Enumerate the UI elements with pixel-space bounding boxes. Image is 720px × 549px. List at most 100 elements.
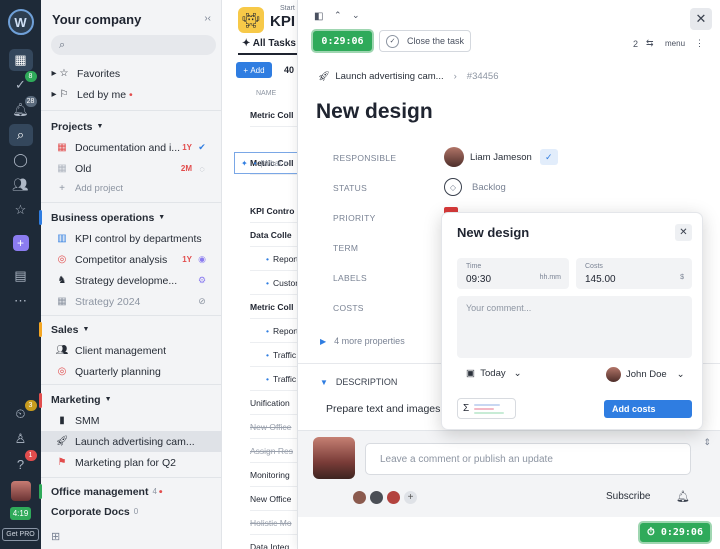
- task-row[interactable]: Unification: [250, 392, 300, 415]
- responsible-value[interactable]: Liam Jameson ✓: [444, 147, 558, 167]
- star-icon[interactable]: ☆: [9, 199, 33, 221]
- sidebar-item-led-by-me[interactable]: ▸ ⚐ Led by me •: [41, 84, 222, 105]
- sidebar-item-strategy-development[interactable]: ♞ Strategy developme... ⚙: [41, 270, 222, 291]
- costs-field[interactable]: Costs 145.00 $: [576, 258, 692, 289]
- timer-icon[interactable]: ⏲ 3: [9, 400, 37, 425]
- settings-icon: ⚙: [197, 275, 207, 285]
- table-icon[interactable]: ▤: [9, 265, 33, 287]
- search-icon[interactable]: ⌕: [8, 124, 33, 146]
- task-row[interactable]: Metric Coll: [250, 104, 300, 127]
- bottom-timer-button[interactable]: ⏱ 0:29:06: [638, 521, 712, 544]
- chevron-down-icon: ▼: [158, 214, 166, 221]
- people-icon[interactable]: 👥︎: [9, 174, 33, 196]
- divider: [41, 477, 222, 478]
- status-value[interactable]: ◇ Backlog: [444, 178, 506, 196]
- new-folder-icon[interactable]: ⊞: [51, 530, 60, 543]
- new-task-input[interactable]: ✦ • |What n: [234, 152, 300, 174]
- user-selector[interactable]: John Doe ⌄: [606, 367, 685, 382]
- sum-toggle[interactable]: Σ: [457, 398, 516, 419]
- task-title[interactable]: New design: [316, 100, 433, 124]
- tasks-icon[interactable]: ✓ 8: [9, 71, 37, 96]
- subscriber-avatar[interactable]: [368, 489, 385, 506]
- resize-handle-icon[interactable]: ⇕: [703, 437, 711, 448]
- task-row[interactable]: Data Colle: [250, 224, 300, 247]
- task-row[interactable]: New Office: [250, 416, 300, 439]
- sidebar-header-marketing[interactable]: Marketing ▼: [41, 389, 222, 410]
- close-task-button[interactable]: ✓ Close the task: [379, 30, 471, 52]
- comment-input[interactable]: Leave a comment or publish an update: [365, 443, 691, 475]
- dashboard-icon[interactable]: ▦: [8, 49, 33, 71]
- timer-badge: 3: [24, 400, 37, 411]
- sidebar-item-kpi-control[interactable]: ▥ KPI control by departments: [41, 228, 222, 249]
- chat-icon[interactable]: ◯: [9, 149, 33, 171]
- task-row[interactable]: •Traffic a: [250, 344, 300, 367]
- description-text[interactable]: Prepare text and images: [326, 403, 440, 415]
- sidebar-header-business-ops[interactable]: Business operations ▼: [41, 207, 222, 228]
- date-selector[interactable]: ▣ Today ⌄: [466, 368, 522, 379]
- task-row[interactable]: Monitoring: [250, 464, 300, 487]
- chevron-up-icon[interactable]: ⌃: [334, 10, 342, 21]
- sidebar-item-client-management[interactable]: 👥︎ Client management: [41, 340, 222, 361]
- add-costs-button[interactable]: Add costs: [604, 400, 692, 418]
- sidebar-header-corporate-docs[interactable]: Corporate Docs 0: [41, 501, 222, 522]
- app-logo[interactable]: W: [7, 9, 34, 35]
- user-add-icon[interactable]: ♙: [9, 428, 33, 450]
- add-subscriber-icon[interactable]: +: [402, 489, 419, 506]
- collapse-sidebar-icon[interactable]: ›‹: [204, 13, 211, 24]
- stopwatch-icon: ⏱: [647, 527, 661, 538]
- menu-label[interactable]: menu: [665, 39, 685, 48]
- more-vertical-icon[interactable]: ⋮: [695, 38, 704, 49]
- sidebar-header-projects[interactable]: Projects ▼: [41, 116, 222, 137]
- close-popup-button[interactable]: ✕: [675, 224, 692, 241]
- task-row[interactable]: Assign Res: [250, 440, 300, 463]
- sidebar-header-office[interactable]: Office management 4 •: [41, 481, 222, 502]
- get-pro-button[interactable]: Get PRO: [2, 528, 39, 541]
- sidebar-item-marketing-plan[interactable]: ⚑ Marketing plan for Q2: [41, 452, 222, 473]
- grid-icon: ▦: [57, 163, 67, 174]
- bell-icon[interactable]: 🔔︎ 28: [9, 96, 37, 121]
- add-project-button[interactable]: + Add project: [41, 178, 222, 199]
- task-row[interactable]: Metric Coll: [250, 296, 300, 319]
- rail-time-chip[interactable]: 4:19: [9, 507, 32, 520]
- task-row[interactable]: Holistic Mo: [250, 512, 300, 535]
- time-field[interactable]: Time 09:30 hh.mm: [457, 258, 569, 289]
- subtasks-icon[interactable]: ⇆: [646, 38, 654, 49]
- task-row[interactable]: •Report C: [250, 248, 300, 271]
- more-icon[interactable]: ⋯: [9, 290, 33, 312]
- subscriber-avatar[interactable]: [385, 489, 402, 506]
- task-row[interactable]: •Report C: [250, 320, 300, 343]
- task-row[interactable]: •Traffic a: [250, 368, 300, 391]
- subscribe-button[interactable]: Subscribe: [606, 491, 650, 502]
- sidebar-item-launch-advertising[interactable]: 🚀︎ Launch advertising cam...: [41, 431, 222, 452]
- profile-avatar[interactable]: [10, 481, 31, 501]
- create-plus-icon[interactable]: +: [12, 235, 29, 251]
- add-task-button[interactable]: + Add: [236, 62, 272, 78]
- sidebar-item-competitor-analysis[interactable]: ◎ Competitor analysis 1Y ◉: [41, 249, 222, 270]
- help-icon[interactable]: ? 1: [9, 450, 37, 475]
- sidebar-item-quarterly-planning[interactable]: ◎ Quarterly planning: [41, 361, 222, 382]
- bell-icon[interactable]: 🔔︎: [676, 490, 690, 503]
- task-row[interactable]: New Office: [250, 488, 300, 511]
- sidebar-search-input[interactable]: ⌕: [51, 35, 216, 55]
- chevron-down-icon[interactable]: ⌄: [352, 10, 360, 21]
- more-properties-button[interactable]: ▶ 4 more properties: [320, 336, 405, 346]
- sidebar-item-smm[interactable]: ▮ SMM: [41, 410, 222, 431]
- sidebar-item-favorites[interactable]: ▸ ☆ Favorites: [41, 63, 222, 84]
- cost-comment-input[interactable]: Your comment...: [457, 296, 692, 358]
- panel-layout-icon[interactable]: ◧: [314, 11, 323, 22]
- sidebar-item-strategy-2024[interactable]: ▦ Strategy 2024 ⊘: [41, 291, 222, 312]
- task-row[interactable]: •Custome: [250, 272, 300, 295]
- check-icon[interactable]: ✓: [539, 149, 558, 165]
- task-row[interactable]: Data Integ: [250, 536, 300, 549]
- sidebar-header-sales[interactable]: Sales ▼: [41, 319, 222, 340]
- description-toggle[interactable]: ▼ DESCRIPTION: [320, 377, 397, 387]
- task-timer-button[interactable]: 0:29:06: [311, 29, 374, 53]
- help-badge: 1: [24, 450, 37, 461]
- subscriber-avatar[interactable]: [351, 489, 368, 506]
- chart-icon: ▥: [57, 233, 67, 244]
- sidebar-item-documentation[interactable]: ▦ Documentation and i... 1Y ✔: [41, 137, 222, 158]
- task-row[interactable]: KPI Contro: [250, 200, 300, 223]
- sidebar-item-old[interactable]: ▦ Old 2M ◌: [41, 158, 222, 179]
- tab-all-tasks[interactable]: ✦ All Tasks: [242, 38, 296, 49]
- close-panel-button[interactable]: ✕: [690, 8, 712, 30]
